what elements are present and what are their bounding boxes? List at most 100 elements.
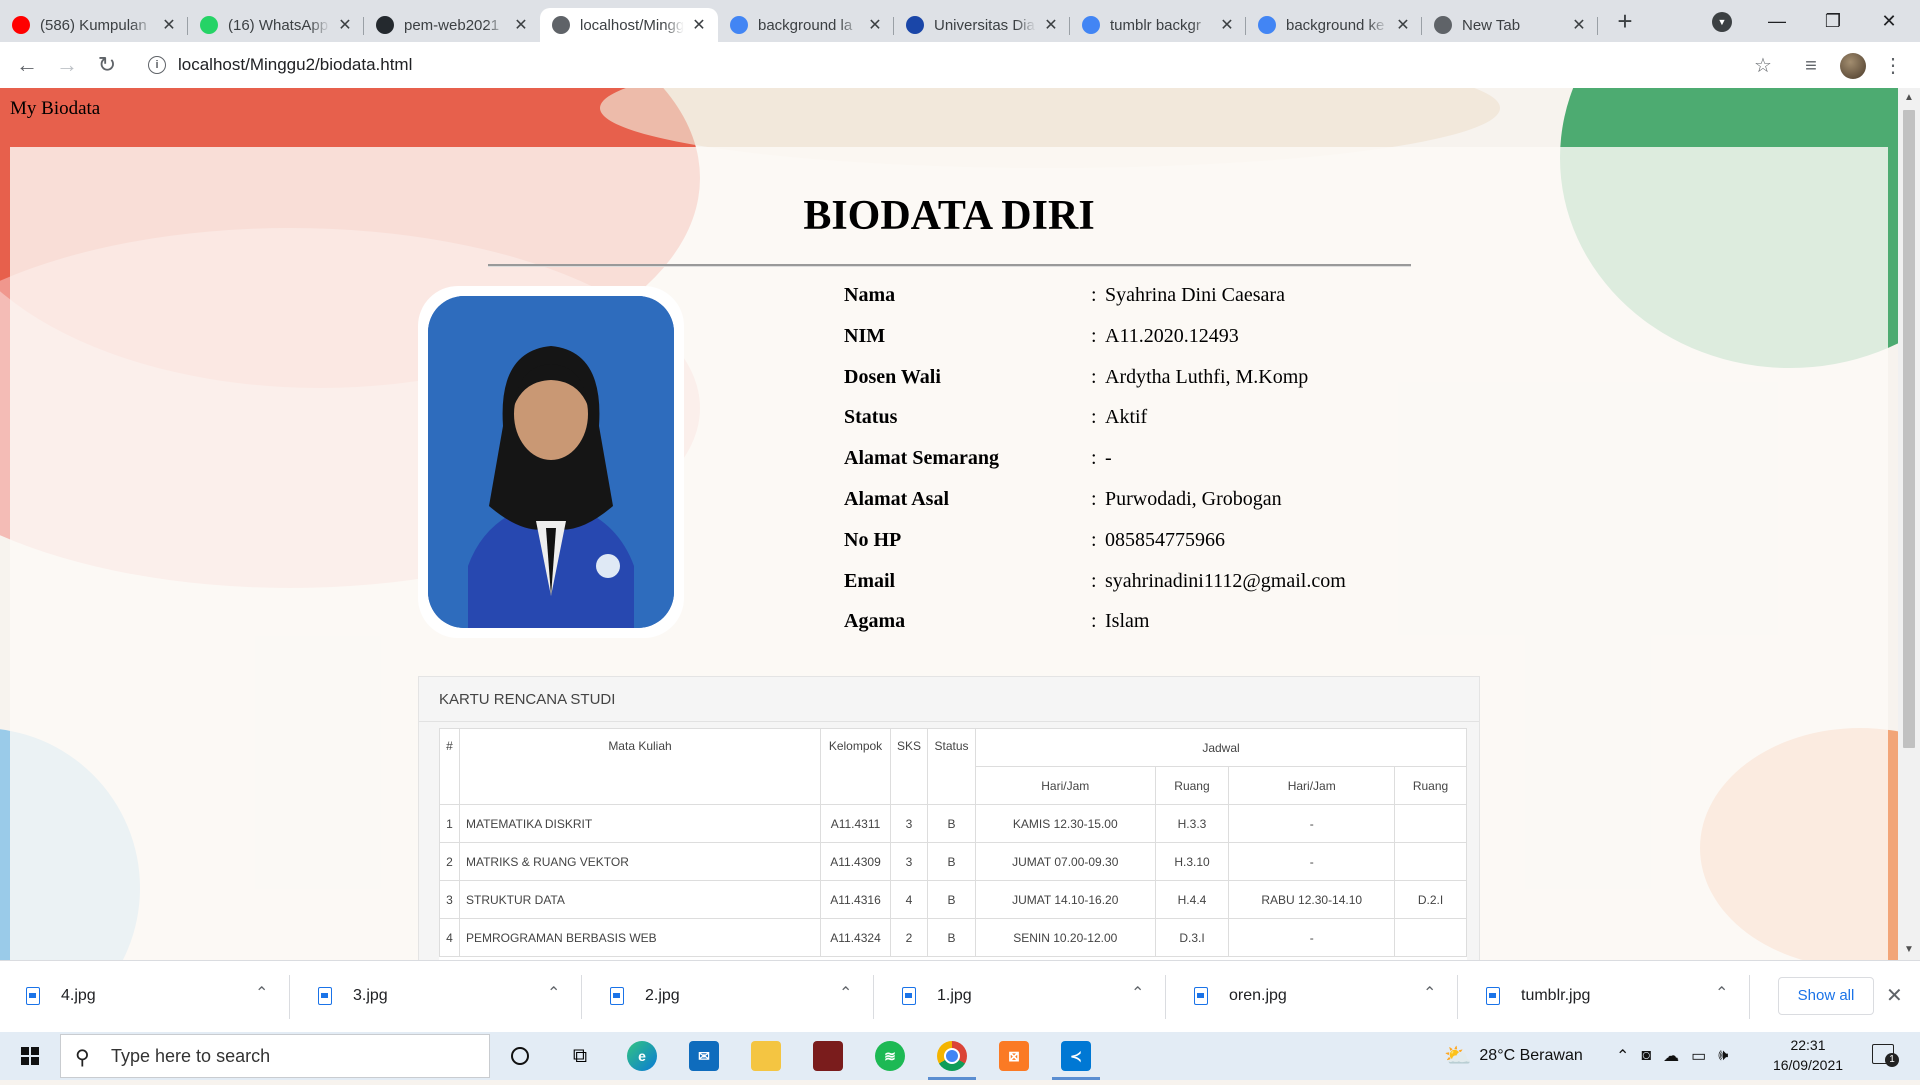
close-tab-icon[interactable]: ✕ xyxy=(1394,15,1412,35)
scrollbar-thumb[interactable] xyxy=(1903,110,1915,748)
tab-separator xyxy=(1597,17,1598,35)
close-tab-icon[interactable]: ✕ xyxy=(160,15,178,35)
col-header-day-time-2: Hari/Jam xyxy=(1228,766,1396,805)
tab-search-icon[interactable]: ▼ xyxy=(1712,12,1732,32)
volume-icon[interactable]: 🕪 xyxy=(1718,1047,1728,1065)
search-placeholder: Type here to search xyxy=(111,1046,271,1066)
download-separator xyxy=(873,975,874,1019)
download-item[interactable]: tumblr.jpg ⌃ xyxy=(1460,961,1750,1033)
close-tab-icon[interactable]: ✕ xyxy=(512,15,530,35)
vscode-taskbar-app[interactable]: ≺ xyxy=(1046,1032,1106,1080)
close-tab-icon[interactable]: ✕ xyxy=(1218,15,1236,35)
chevron-up-icon[interactable]: ⌃ xyxy=(1131,983,1144,1003)
cell-sks: 3 xyxy=(889,842,929,881)
chevron-up-icon[interactable]: ⌃ xyxy=(1423,983,1436,1003)
close-download-shelf-icon[interactable]: ✕ xyxy=(1886,983,1903,1008)
chevron-up-icon[interactable]: ⌃ xyxy=(547,983,560,1003)
scroll-down-arrow-icon[interactable]: ▼ xyxy=(1898,944,1920,955)
download-item[interactable]: 3.jpg ⌃ xyxy=(292,961,582,1033)
biodata-label: Dosen Wali xyxy=(844,366,941,388)
weather-widget[interactable]: ⛅ 28°C Berawan xyxy=(1444,1032,1583,1080)
file-explorer-taskbar-app[interactable] xyxy=(736,1032,796,1080)
xampp-taskbar-app[interactable]: ⊠ xyxy=(984,1032,1044,1080)
spotify-taskbar-app[interactable]: ≋ xyxy=(860,1032,920,1080)
tray-chevron-up-icon[interactable]: ⌃ xyxy=(1616,1046,1629,1066)
site-info-icon[interactable]: i xyxy=(148,56,166,74)
browser-tab[interactable]: background ke ✕ xyxy=(1246,8,1422,42)
download-filename: 3.jpg xyxy=(353,987,388,1004)
browser-tab[interactable]: localhost/Minggu2 ✕ xyxy=(540,8,718,42)
page-scrollbar[interactable]: ▲ ▼ xyxy=(1898,88,1920,960)
reload-icon[interactable]: ↻ xyxy=(92,50,122,80)
meet-now-icon[interactable]: ◙ xyxy=(1641,1047,1651,1065)
site-brand[interactable]: My Biodata xyxy=(10,98,100,120)
close-tab-icon[interactable]: ✕ xyxy=(336,15,354,35)
show-all-downloads-button[interactable]: Show all xyxy=(1778,977,1874,1015)
browser-tab[interactable]: pem-web2021 ✕ xyxy=(364,8,540,42)
task-view-button[interactable]: ⧉ xyxy=(550,1032,610,1080)
image-file-icon xyxy=(318,987,332,1005)
restore-button[interactable]: ❐ xyxy=(1810,6,1856,36)
download-item[interactable]: 4.jpg ⌃ xyxy=(0,961,290,1033)
biodata-separator: : xyxy=(1091,529,1097,551)
browser-tab[interactable]: New Tab ✕ xyxy=(1422,8,1598,42)
whatsapp-icon xyxy=(200,16,218,34)
taskbar-clock[interactable]: 22:31 16/09/2021 xyxy=(1760,1035,1856,1075)
cell-day-time-1: JUMAT 14.10-16.20 xyxy=(975,880,1156,919)
krs-table-wrapper: # Mata Kuliah Kelompok SKS Status Jadwal… xyxy=(439,728,1467,960)
media-control-icon[interactable]: ≡ xyxy=(1800,55,1822,77)
vscode-icon: ≺ xyxy=(1061,1041,1091,1071)
url-text[interactable]: localhost/Minggu2/biodata.html xyxy=(178,55,412,75)
back-arrow-icon[interactable]: ← xyxy=(12,50,42,80)
system-tray: ⌃ ◙ ☁ ▭ 🕪 xyxy=(1616,1032,1728,1080)
cell-status: B xyxy=(927,842,976,881)
minimize-button[interactable]: — xyxy=(1754,6,1800,36)
chevron-up-icon[interactable]: ⌃ xyxy=(1715,983,1728,1003)
biodata-separator: : xyxy=(1091,610,1097,632)
menu-kebab-icon[interactable]: ⋮ xyxy=(1882,55,1904,77)
download-item[interactable]: 1.jpg ⌃ xyxy=(876,961,1166,1033)
browser-tab[interactable]: (586) Kumpulan ✕ xyxy=(0,8,188,42)
download-shelf: 4.jpg ⌃ 3.jpg ⌃ 2.jpg ⌃ 1.jpg ⌃ oren.jpg ⌃ tumblr.… xyxy=(0,960,1920,1032)
new-tab-button[interactable]: + xyxy=(1610,8,1640,36)
scroll-up-arrow-icon[interactable]: ▲ xyxy=(1898,92,1920,103)
chevron-up-icon[interactable]: ⌃ xyxy=(255,983,268,1003)
taskbar-search-box[interactable]: ⚲ Type here to search xyxy=(60,1034,490,1078)
browser-tab[interactable]: background la ✕ xyxy=(718,8,894,42)
col-header-status: Status xyxy=(927,728,976,805)
address-bar[interactable]: i localhost/Minggu2/biodata.html xyxy=(138,48,1778,82)
cell-room-2 xyxy=(1394,804,1467,843)
notification-center-icon[interactable]: 1 xyxy=(1872,1044,1899,1067)
chevron-up-icon[interactable]: ⌃ xyxy=(839,983,852,1003)
download-item[interactable]: 2.jpg ⌃ xyxy=(584,961,874,1033)
close-tab-icon[interactable]: ✕ xyxy=(1042,15,1060,35)
battery-icon[interactable]: ▭ xyxy=(1691,1046,1706,1066)
browser-tab[interactable]: (16) WhatsApp ✕ xyxy=(188,8,364,42)
biodata-label: Alamat Semarang xyxy=(844,447,999,469)
onedrive-cloud-icon[interactable]: ☁ xyxy=(1663,1046,1679,1066)
profile-avatar[interactable] xyxy=(1840,53,1866,79)
image-file-icon xyxy=(610,987,624,1005)
clock-time: 22:31 xyxy=(1790,1037,1826,1053)
download-item[interactable]: oren.jpg ⌃ xyxy=(1168,961,1458,1033)
close-tab-icon[interactable]: ✕ xyxy=(866,15,884,35)
cortana-button[interactable] xyxy=(490,1032,550,1080)
app-taskbar-item[interactable] xyxy=(798,1032,858,1080)
close-window-button[interactable]: ✕ xyxy=(1866,6,1912,36)
col-header-course: Mata Kuliah xyxy=(458,728,822,805)
xampp-icon: ⊠ xyxy=(999,1041,1029,1071)
windows-start-button[interactable] xyxy=(0,1032,60,1080)
edge-taskbar-app[interactable]: e xyxy=(612,1032,672,1080)
chrome-taskbar-app[interactable] xyxy=(922,1032,982,1080)
close-tab-icon[interactable]: ✕ xyxy=(690,15,708,35)
download-filename: 2.jpg xyxy=(645,987,680,1004)
browser-tab[interactable]: Universitas Dia ✕ xyxy=(894,8,1070,42)
biodata-separator: : xyxy=(1091,366,1097,388)
cell-sks: 4 xyxy=(889,880,929,919)
close-tab-icon[interactable]: ✕ xyxy=(1570,15,1588,35)
bookmark-star-icon[interactable]: ☆ xyxy=(1752,55,1774,77)
forward-arrow-icon[interactable]: → xyxy=(52,50,82,80)
weather-text: 28°C Berawan xyxy=(1479,1047,1583,1064)
browser-tab[interactable]: tumblr backgr ✕ xyxy=(1070,8,1246,42)
mail-taskbar-app[interactable]: ✉ xyxy=(674,1032,734,1080)
